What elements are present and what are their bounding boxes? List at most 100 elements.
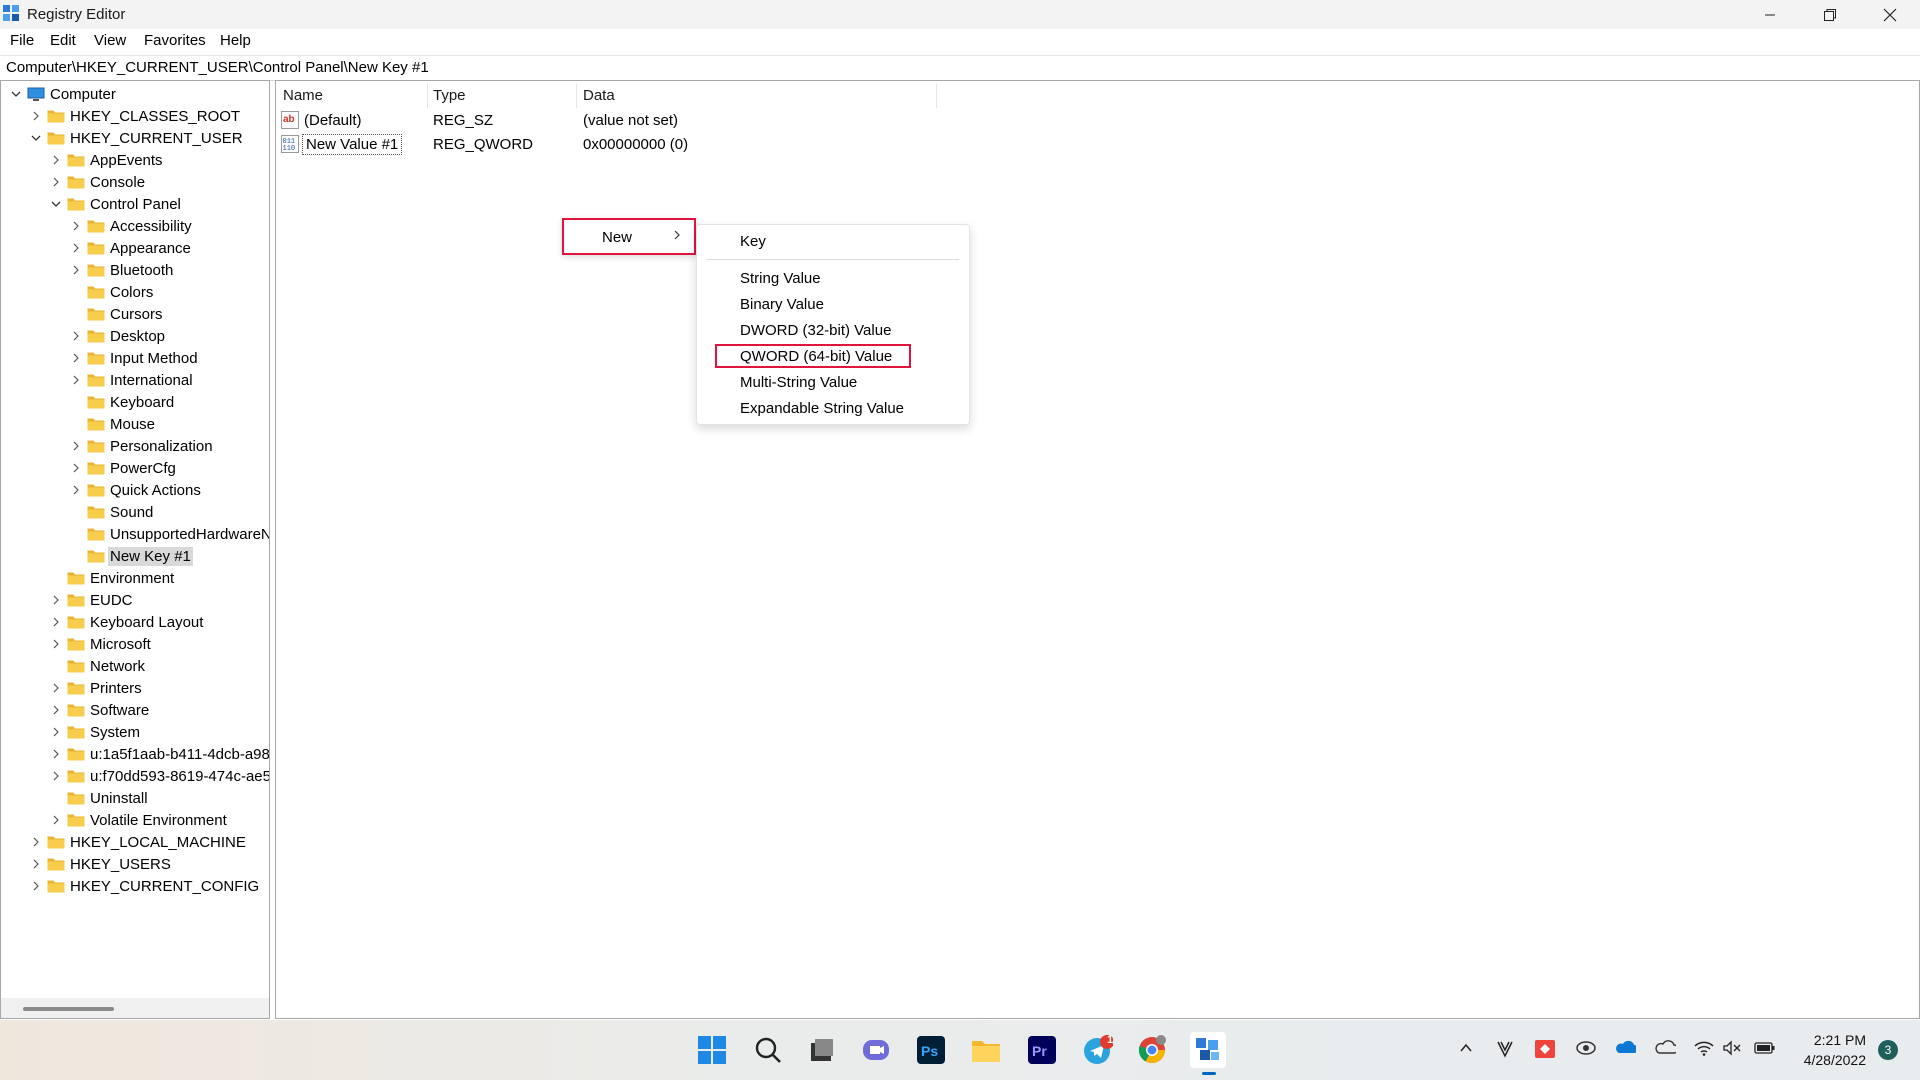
tree-item[interactable]: EUDC [49,589,135,611]
chevron-down-icon[interactable] [9,87,23,101]
horizontal-scrollbar[interactable] [1,998,269,1018]
task-view-icon[interactable] [804,1032,840,1068]
chevron-right-icon[interactable] [49,703,63,717]
sync-app-icon[interactable] [1576,1040,1596,1059]
tree-item[interactable]: Control Panel [49,193,183,215]
menu-edit[interactable]: Edit [50,32,76,49]
chevron-right-icon[interactable] [69,373,83,387]
chevron-down-icon[interactable] [49,197,63,211]
tree-item[interactable]: Colors [69,281,155,303]
tree-item[interactable]: Computer [9,83,118,105]
tree-item[interactable]: Software [49,699,151,721]
chevron-right-icon[interactable] [29,879,43,893]
chevron-right-icon[interactable] [69,263,83,277]
tree-item[interactable]: Console [49,171,147,193]
search-icon[interactable] [750,1032,786,1068]
tree-item[interactable]: Printers [49,677,144,699]
tree-item[interactable]: Keyboard Layout [49,611,205,633]
tree-item[interactable]: PowerCfg [69,457,178,479]
submenu-expandable-string-value[interactable]: Expandable String Value [740,400,904,417]
cloud-icon[interactable] [1654,1040,1679,1057]
tree-item[interactable]: System [49,721,142,743]
chevron-down-icon[interactable] [29,131,43,145]
address-bar[interactable]: Computer\HKEY_CURRENT_USER\Control Panel… [0,55,1920,81]
wifi-icon[interactable] [1694,1040,1714,1059]
clock[interactable]: 2:21 PM 4/28/2022 [1804,1030,1866,1070]
tree-item[interactable]: Keyboard [69,391,176,413]
chevron-right-icon[interactable] [69,241,83,255]
tree-item[interactable]: u:1a5f1aab-b411-4dcb-a98 [49,743,269,765]
close-button[interactable] [1860,0,1920,29]
chevron-right-icon[interactable] [69,351,83,365]
premiere-pro-icon[interactable]: Pr [1024,1032,1060,1068]
address-path[interactable]: Computer\HKEY_CURRENT_USER\Control Panel… [6,59,429,76]
tree-item[interactable]: Accessibility [69,215,194,237]
tree-item[interactable]: Personalization [69,435,215,457]
start-icon[interactable] [694,1032,730,1068]
chevron-right-icon[interactable] [49,593,63,607]
tree-item[interactable]: Environment [49,567,176,589]
value-list[interactable]: Name Type Data ab (Default) REG_SZ (valu… [275,80,1920,1019]
chevron-right-icon[interactable] [49,681,63,695]
tree-item[interactable]: u:f70dd593-8619-474c-ae5 [49,765,269,787]
tree-item[interactable]: New Key #1 [69,545,193,567]
chevron-right-icon[interactable] [69,439,83,453]
column-header-name[interactable]: Name [283,87,323,104]
restore-button[interactable] [1800,0,1860,29]
submenu-dword-value[interactable]: DWORD (32-bit) Value [740,322,891,339]
chevron-right-icon[interactable] [49,637,63,651]
volume-muted-icon[interactable] [1722,1040,1742,1059]
chevron-right-icon[interactable] [49,813,63,827]
chevron-up-icon[interactable] [1458,1040,1474,1059]
tree-item[interactable]: Cursors [69,303,165,325]
tree-item[interactable]: Volatile Environment [49,809,229,831]
tree-item[interactable]: AppEvents [49,149,165,171]
submenu-multi-string-value[interactable]: Multi-String Value [740,374,857,391]
submenu-qword-value[interactable]: QWORD (64-bit) Value [740,348,892,365]
chevron-right-icon[interactable] [49,153,63,167]
tree-item[interactable]: HKEY_CURRENT_CONFIG [29,875,261,897]
chevron-right-icon[interactable] [69,483,83,497]
menu-view[interactable]: View [94,32,126,49]
tree-item[interactable]: Sound [69,501,155,523]
chevron-right-icon[interactable] [29,835,43,849]
tree-item[interactable]: Network [49,655,147,677]
column-header-type[interactable]: Type [433,87,466,104]
tree-item[interactable]: Uninstall [49,787,150,809]
submenu-string-value[interactable]: String Value [740,270,821,287]
key-tree[interactable]: Computer HKEY_CLASSES_ROOT HKEY_CURRENT_US… [0,80,270,1019]
chevron-right-icon[interactable] [69,461,83,475]
tree-item[interactable]: Input Method [69,347,200,369]
chevron-right-icon[interactable] [49,175,63,189]
chevron-right-icon[interactable] [49,615,63,629]
tree-item[interactable]: Mouse [69,413,157,435]
tree-item[interactable]: Appearance [69,237,193,259]
tree-item[interactable]: Bluetooth [69,259,175,281]
chevron-right-icon[interactable] [29,857,43,871]
chevron-right-icon[interactable] [69,219,83,233]
column-divider[interactable] [576,84,577,108]
tree-item[interactable]: Desktop [69,325,167,347]
telegram-icon[interactable]: 1 [1080,1032,1116,1068]
menu-help[interactable]: Help [220,32,251,49]
tree-item[interactable]: Microsoft [49,633,153,655]
chevron-right-icon[interactable] [49,769,63,783]
menu-file[interactable]: File [10,32,34,49]
tree-item[interactable]: HKEY_CLASSES_ROOT [29,105,242,127]
registry-editor-taskbar-icon[interactable] [1190,1032,1226,1068]
tree-item[interactable]: HKEY_LOCAL_MACHINE [29,831,248,853]
column-header-data[interactable]: Data [583,87,615,104]
scrollbar-thumb[interactable] [23,1007,114,1011]
menu-favorites[interactable]: Favorites [144,32,206,49]
file-explorer-icon[interactable] [968,1032,1004,1068]
chrome-icon[interactable] [1134,1032,1170,1068]
battery-icon[interactable] [1754,1040,1776,1059]
submenu-key[interactable]: Key [740,233,766,250]
chevron-right-icon[interactable] [49,725,63,739]
notification-count-badge[interactable]: 3 [1878,1040,1898,1060]
vectorworks-icon[interactable] [1496,1040,1514,1061]
tree-item[interactable]: UnsupportedHardwareN [69,523,269,545]
tree-item[interactable]: HKEY_CURRENT_USER [29,127,245,149]
value-name-rename-field[interactable]: New Value #1 [302,134,403,155]
chevron-right-icon[interactable] [49,747,63,761]
